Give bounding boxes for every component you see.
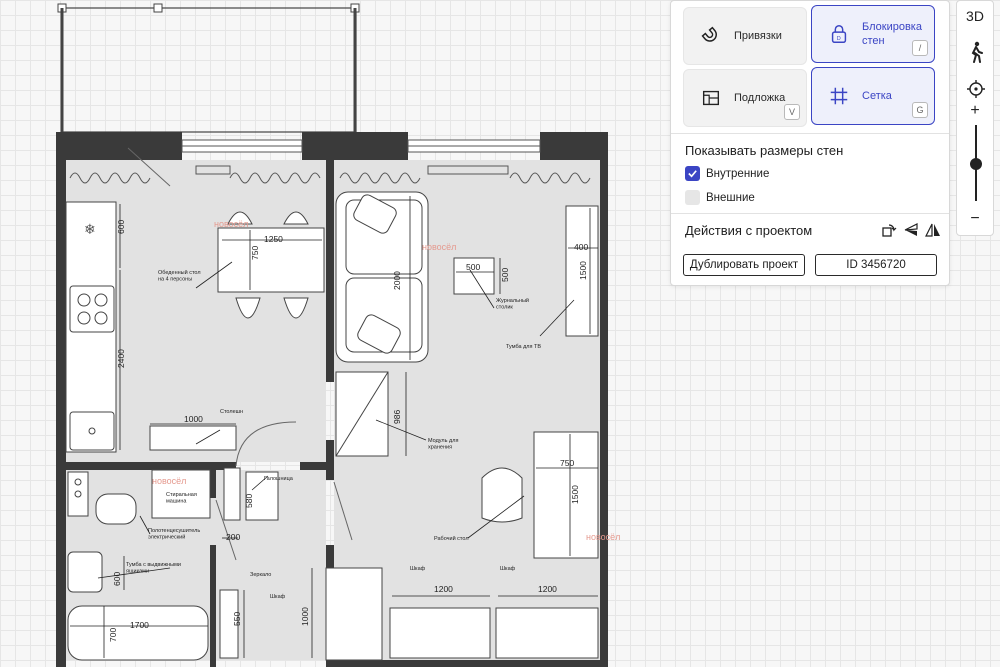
countertop[interactable] [149, 425, 237, 451]
watermark-3: новосёл [152, 476, 186, 486]
dim-1250: 1250 [264, 234, 283, 244]
grid-icon [830, 87, 848, 105]
snaps-label: Привязки [734, 30, 782, 42]
magnet-icon [701, 26, 717, 42]
grid-shortcut: G [912, 102, 928, 118]
dim-600: 600 [116, 220, 126, 234]
walk-mode-icon[interactable] [966, 41, 986, 63]
label-wardrobe-1: Шкаф [410, 566, 426, 572]
dim-1700: 1700 [130, 620, 149, 630]
dim-986: 986 [392, 410, 402, 424]
watermark-1: новосёл [214, 219, 248, 229]
underlay-toggle[interactable]: Подложка V [683, 69, 807, 127]
label-wardrobe-2: Шкаф [500, 566, 516, 572]
zoom-in-button[interactable]: + [957, 102, 993, 120]
watermark-2: новосёл [422, 242, 456, 252]
3d-mode-button[interactable]: 3D [957, 8, 993, 24]
kitchen-counter[interactable]: ❄ [65, 201, 117, 453]
grid-label: Сетка [862, 90, 892, 102]
dim-500-vert: 500 [500, 268, 510, 282]
zoom-out-button[interactable]: − [957, 210, 993, 228]
wall-lock-toggle[interactable]: D Блокировка стен / [811, 5, 935, 63]
label-shoe-rack: Галошница [264, 476, 294, 482]
dim-550: 550 [232, 612, 242, 626]
underlay-map-icon [702, 90, 720, 106]
divider [671, 213, 949, 214]
dim-200: 200 [226, 532, 240, 542]
dim-1500-desk: 1500 [570, 485, 580, 504]
dim-2400: 2400 [116, 349, 126, 368]
divider [671, 133, 949, 134]
zoom-slider-handle[interactable] [970, 158, 982, 170]
flip-horizontal-icon[interactable] [925, 223, 941, 237]
checkbox-unchecked-icon [685, 190, 700, 205]
dim-580: 580 [244, 494, 254, 508]
view-toolbar: 3D + − [956, 0, 994, 236]
underlay-label: Подложка [734, 92, 786, 104]
lock-icon: D [831, 25, 847, 43]
label-desk: Рабочий стол [434, 535, 469, 542]
dim-2000: 2000 [392, 271, 402, 290]
sofa[interactable] [335, 191, 429, 363]
internal-sizes-checkbox[interactable]: Внутренние [685, 166, 769, 181]
snaps-toggle[interactable]: Привязки [683, 7, 807, 65]
external-sizes-checkbox[interactable]: Внешние [685, 190, 755, 205]
duplicate-project-button[interactable]: Дублировать проект [683, 254, 805, 276]
internal-sizes-label: Внутренние [706, 167, 770, 180]
label-tv-stand: Тумба для ТВ [506, 344, 541, 350]
grid-toggle[interactable]: Сетка G [811, 67, 935, 125]
checkbox-checked-icon [685, 166, 700, 181]
flip-vertical-icon[interactable] [903, 223, 919, 237]
settings-panel: Привязки D Блокировка стен / Подложка V … [670, 0, 950, 286]
wall-sizes-title: Показывать размеры стен [685, 143, 844, 158]
dim-1200-a: 1200 [434, 584, 453, 594]
project-actions-title: Действия с проектом [685, 223, 813, 238]
dim-1200-b: 1200 [538, 584, 557, 594]
underlay-shortcut: V [784, 104, 800, 120]
wall-lock-shortcut: / [912, 40, 928, 56]
lock-icon-letter: D [837, 36, 841, 42]
label-countertop: Столешн [220, 409, 243, 415]
dim-700: 700 [108, 628, 118, 642]
dim-750-desk: 750 [560, 458, 574, 468]
watermark-4: новосёл [586, 532, 620, 542]
storage-module[interactable] [335, 371, 389, 457]
rotate-icon[interactable] [881, 223, 897, 237]
dim-1000-hall: 1000 [300, 607, 310, 626]
dim-1500: 1500 [578, 261, 588, 280]
project-id-button[interactable]: ID 3456720 [815, 254, 937, 276]
desk-chair[interactable] [481, 467, 523, 523]
front-door-frame[interactable] [223, 467, 241, 521]
dim-400: 400 [574, 242, 588, 252]
dim-600-bath: 600 [112, 572, 122, 586]
label-wardrobe-hall: Шкаф [270, 594, 286, 600]
dim-750: 750 [250, 246, 260, 260]
svg-text:❄: ❄ [84, 221, 96, 237]
label-mirror: Зеркало [250, 572, 271, 578]
external-sizes-label: Внешние [706, 191, 755, 204]
dim-500: 500 [466, 262, 480, 272]
dim-1000: 1000 [184, 414, 203, 424]
compass-icon[interactable] [966, 79, 986, 99]
balcony[interactable] [57, 3, 360, 133]
